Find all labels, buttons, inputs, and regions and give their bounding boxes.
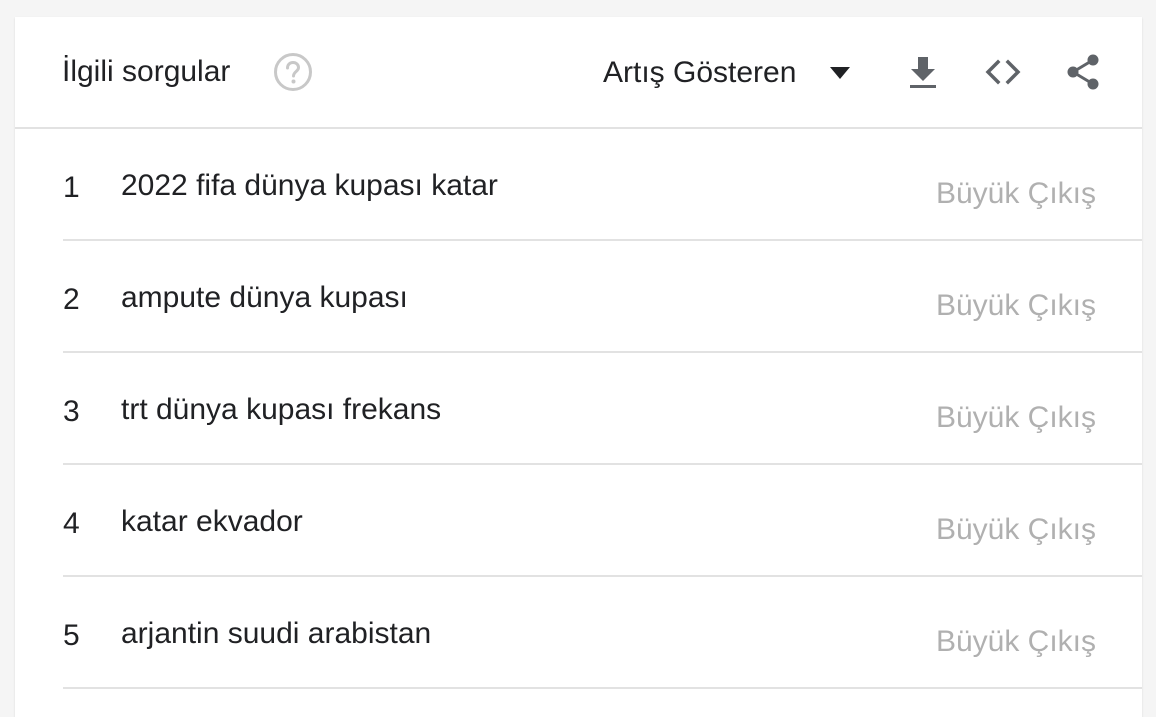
filter-dropdown[interactable]: Artış Gösteren [603, 53, 851, 93]
list-item[interactable]: 4 katar ekvador Büyük Çıkış [63, 465, 1142, 577]
trend-value: Büyük Çıkış [935, 177, 1096, 210]
embed-code-icon[interactable] [983, 52, 1023, 92]
rank-number: 1 [63, 171, 80, 204]
caret-down-icon [830, 67, 851, 79]
trend-value: Büyük Çıkış [935, 401, 1096, 434]
rank-number: 3 [63, 395, 80, 428]
query-text[interactable]: ampute dünya kupası [121, 281, 408, 315]
card-title: İlgili sorgular [62, 55, 231, 88]
query-text[interactable]: 2022 fifa dünya kupası katar [121, 169, 498, 203]
trend-value: Büyük Çıkış [935, 513, 1096, 546]
help-circle-icon[interactable] [273, 52, 313, 92]
list-item[interactable]: 2 ampute dünya kupası Büyük Çıkış [63, 241, 1142, 353]
query-text[interactable]: katar ekvador [121, 505, 303, 539]
download-icon[interactable] [903, 52, 943, 92]
card-header: İlgili sorgular Artış Gösteren [15, 17, 1142, 129]
related-queries-card: İlgili sorgular Artış Gösteren 1 2022 fi… [15, 17, 1142, 717]
list-item[interactable]: 1 2022 fifa dünya kupası katar Büyük Çık… [63, 129, 1142, 241]
rank-number: 4 [63, 507, 80, 540]
query-text[interactable]: trt dünya kupası frekans [121, 393, 441, 427]
trend-value: Büyük Çıkış [935, 625, 1096, 658]
rank-number: 5 [63, 619, 80, 652]
rank-number: 2 [63, 283, 80, 316]
list-item[interactable]: 3 trt dünya kupası frekans Büyük Çıkış [63, 353, 1142, 465]
trend-value: Büyük Çıkış [935, 289, 1096, 322]
filter-dropdown-label: Artış Gösteren [603, 56, 797, 89]
share-icon[interactable] [1063, 52, 1103, 92]
query-text[interactable]: arjantin suudi arabistan [121, 617, 431, 651]
query-list: 1 2022 fifa dünya kupası katar Büyük Çık… [63, 129, 1142, 689]
list-item[interactable]: 5 arjantin suudi arabistan Büyük Çıkış [63, 577, 1142, 689]
